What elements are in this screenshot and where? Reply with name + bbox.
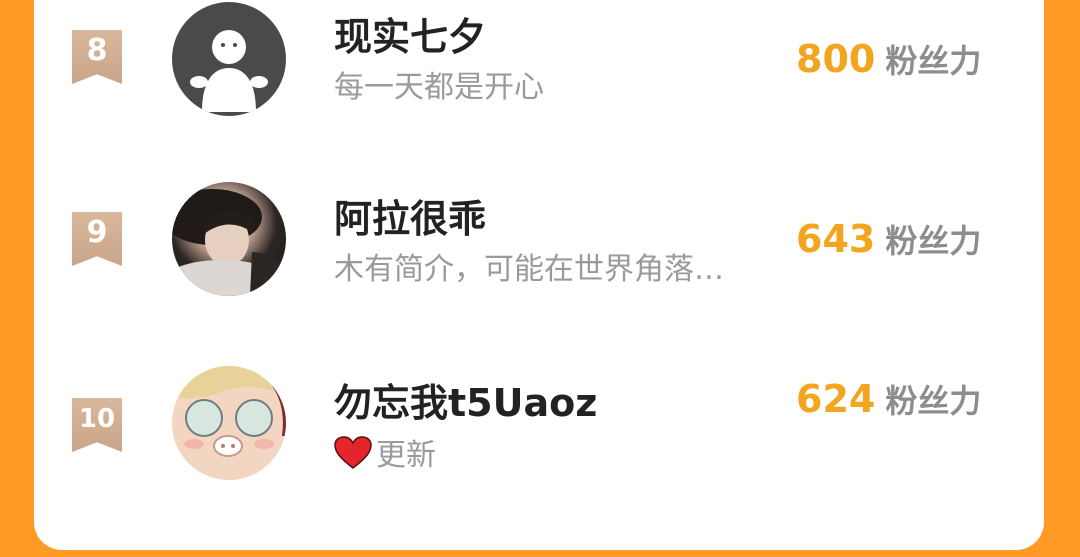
score-unit: 粉丝力 [885, 42, 982, 80]
rank-number: 10 [78, 404, 116, 434]
score-unit: 粉丝力 [885, 382, 982, 420]
fan-power-score: 800 粉丝力 [796, 36, 981, 82]
leaderboard-row[interactable]: 8 现实七夕 每一天都是开心 800 粉丝力 [34, 0, 1044, 140]
score-value: 624 [796, 377, 876, 421]
rank-badge: 10 [72, 398, 122, 452]
leaderboard-card: 8 现实七夕 每一天都是开心 800 粉丝力 9 阿拉很乖 木有简介，可能在世界… [34, 0, 1044, 550]
user-name[interactable]: 阿拉很乖 [334, 188, 486, 243]
photo-avatar[interactable] [172, 182, 286, 296]
rank-number: 8 [86, 33, 108, 68]
cartoon-avatar[interactable] [172, 366, 286, 480]
score-value: 643 [796, 217, 876, 261]
user-bio: 木有简介，可能在世界角落… [334, 252, 724, 287]
user-name[interactable]: 现实七夕 [334, 6, 486, 61]
user-name[interactable]: 勿忘我t5Uaoz [334, 372, 597, 427]
red-heart-icon [334, 435, 372, 478]
score-unit: 粉丝力 [885, 222, 982, 260]
default-avatar-icon[interactable] [172, 2, 286, 116]
user-bio: 每一天都是开心 [334, 70, 544, 105]
user-bio: 更新 [334, 430, 436, 478]
bio-text: 更新 [376, 438, 436, 473]
leaderboard-row[interactable]: 10 勿忘我t5Uaoz 更新 624 粉丝力 [34, 366, 1044, 506]
score-value: 800 [796, 37, 876, 81]
rank-number: 9 [86, 215, 108, 250]
rank-badge: 8 [72, 30, 122, 84]
fan-power-score: 624 粉丝力 [796, 376, 981, 422]
leaderboard-row[interactable]: 9 阿拉很乖 木有简介，可能在世界角落… 643 粉丝力 [34, 182, 1044, 322]
rank-badge: 9 [72, 212, 122, 266]
fan-power-score: 643 粉丝力 [796, 216, 981, 262]
